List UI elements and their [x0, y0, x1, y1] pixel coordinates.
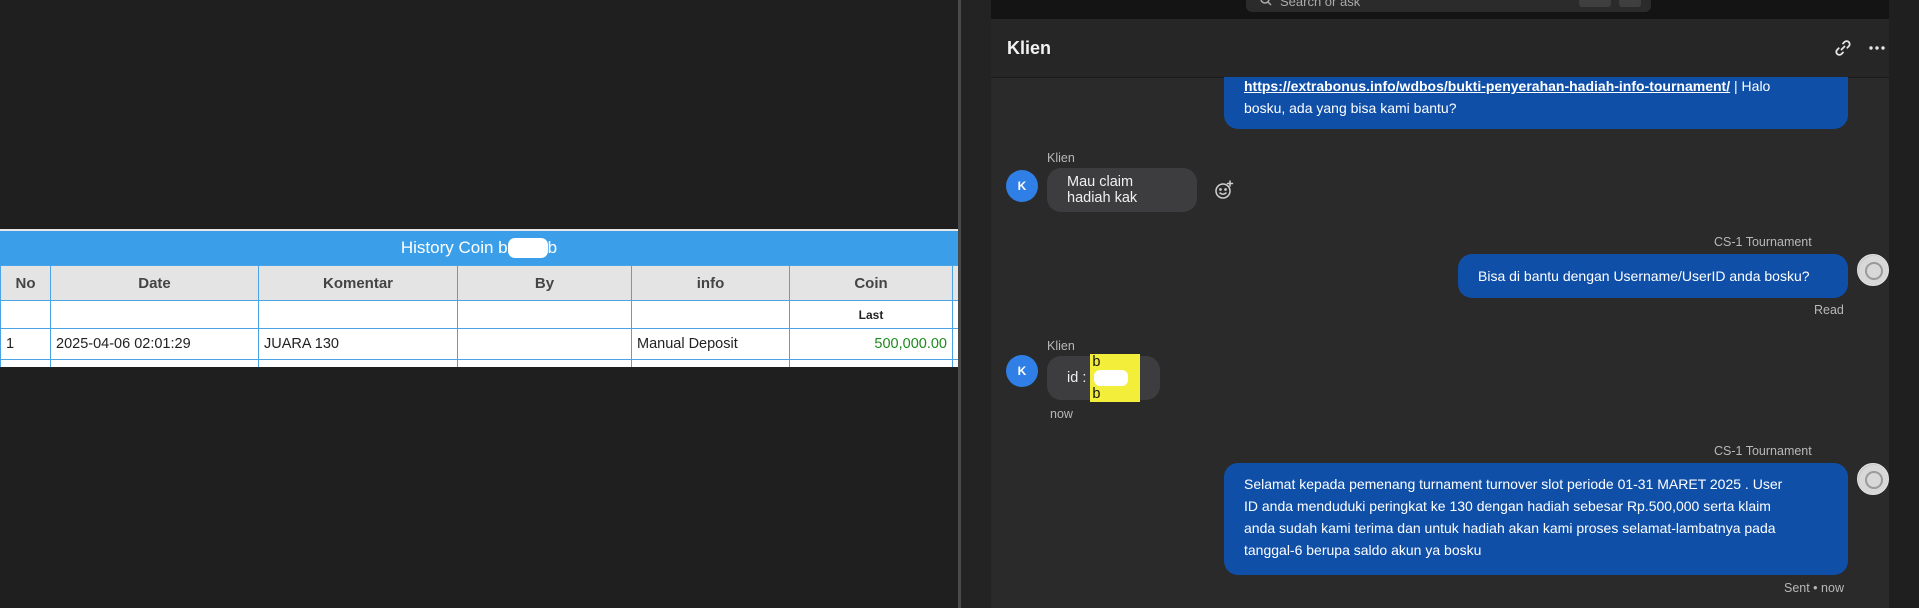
chat-messages[interactable]: https://extrabonus.info/wdbos/bukti-peny… — [991, 77, 1889, 608]
cell-komentar: JUARA 130 — [258, 328, 458, 360]
window-edge — [1889, 0, 1919, 608]
cell-coin: 500,000.00 — [789, 328, 953, 360]
history-table: No Date Komentar By info Coin Last 1 202… — [0, 265, 958, 367]
highlight-start: b — [1092, 353, 1101, 370]
history-title-bar: History Coin b b — [0, 231, 958, 265]
history-title-prefix: History Coin b — [400, 238, 508, 257]
cell-empty — [50, 359, 259, 367]
message-status: Read — [1814, 303, 1844, 317]
history-title: History Coin b b — [401, 238, 557, 258]
sub-cell — [50, 300, 259, 329]
history-title-suffix: b — [547, 238, 558, 257]
message-link[interactable]: https://extrabonus.info/wdbos/bukti-peny… — [1244, 78, 1730, 94]
column-header-coin[interactable]: Coin — [789, 265, 953, 301]
cell-by — [457, 328, 632, 360]
more-horizontal-icon[interactable] — [1867, 38, 1887, 58]
avatar — [1857, 463, 1889, 495]
message-text: id : — [1067, 370, 1091, 386]
sub-cell — [631, 300, 790, 329]
avatar: K — [1006, 355, 1038, 387]
add-reaction-icon[interactable] — [1213, 179, 1235, 201]
shortcut-key — [1579, 0, 1611, 7]
message-sender: Klien — [1047, 339, 1075, 353]
cell-empty — [631, 359, 790, 367]
message-text: Mau claim hadiah kak — [1067, 174, 1138, 206]
avatar: K — [1006, 170, 1038, 202]
redaction-mark — [507, 238, 548, 258]
message-text-line: tanggal-6 berupa saldo akun ya bosku — [1244, 542, 1482, 558]
column-header-no[interactable]: No — [0, 265, 51, 301]
column-header-date[interactable]: Date — [50, 265, 259, 301]
message-text: | Halo — [1730, 78, 1771, 94]
outgoing-message-bubble[interactable]: Bisa di bantu dengan Username/UserID and… — [1458, 254, 1848, 298]
message-text: Bisa di bantu dengan Username/UserID and… — [1478, 268, 1810, 284]
cell-empty — [457, 359, 632, 367]
sub-cell — [457, 300, 632, 329]
column-header-komentar[interactable]: Komentar — [258, 265, 458, 301]
message-status: Sent • now — [1784, 581, 1844, 595]
chat-title: Klien — [1007, 37, 1052, 58]
cell-empty — [0, 359, 51, 367]
message-sender: Klien — [1047, 151, 1075, 165]
message-time: now — [1050, 407, 1073, 421]
link-icon[interactable] — [1833, 38, 1853, 58]
incoming-message-bubble[interactable]: Mau claim hadiah kak — [1047, 168, 1197, 212]
cell-empty — [789, 359, 953, 367]
cell-date: 2025-04-06 02:01:29 — [50, 328, 259, 360]
highlighted-id: bb — [1090, 353, 1140, 403]
cell-info: Manual Deposit — [631, 328, 790, 360]
redaction-mark — [1094, 370, 1129, 387]
shortcut-key — [1619, 0, 1641, 7]
table-row[interactable]: 1 2025-04-06 02:01:29 JUARA 130 Manual D… — [0, 328, 958, 360]
cell-empty — [258, 359, 458, 367]
sub-cell — [0, 300, 51, 329]
message-text-line: Selamat kepada pemenang turnament turnov… — [1244, 476, 1783, 492]
search-input[interactable]: Search or ask — [1246, 0, 1651, 12]
search-icon — [1260, 0, 1272, 9]
message-text-line: anda sudah kami terima dan untuk hadiah … — [1244, 520, 1776, 536]
cell-no: 1 — [0, 328, 51, 360]
avatar-initial: K — [1017, 179, 1027, 193]
message-text: bosku, ada yang bisa kami bantu? — [1244, 100, 1457, 116]
column-header-info[interactable]: info — [631, 265, 790, 301]
avatar — [1857, 254, 1889, 286]
history-pane: History Coin b b No Date Komentar By inf… — [0, 0, 958, 608]
message-sender: CS-1 Tournament — [1714, 444, 1812, 458]
sub-cell — [258, 300, 458, 329]
history-coin-panel: History Coin b b No Date Komentar By inf… — [0, 229, 958, 367]
window-gap — [961, 0, 991, 608]
message-text-line: ID anda menduduki peringkat ke 130 denga… — [1244, 498, 1771, 514]
table-row-partial — [0, 359, 958, 367]
highlight-end: b — [1092, 386, 1101, 403]
outgoing-message-bubble[interactable]: Selamat kepada pemenang turnament turnov… — [1224, 463, 1848, 575]
top-search-bar: Search or ask — [991, 0, 1889, 19]
incoming-message-bubble[interactable]: id : bb — [1047, 353, 1160, 403]
message-sender: CS-1 Tournament — [1714, 235, 1812, 249]
chat-header: Klien — [991, 19, 1889, 78]
table-header-row: No Date Komentar By info Coin — [0, 265, 958, 301]
avatar-initial: K — [1017, 364, 1027, 378]
chat-window: Search or ask Klien https://extrabonus.i… — [991, 0, 1919, 608]
outgoing-message-bubble[interactable]: https://extrabonus.info/wdbos/bukti-peny… — [1224, 77, 1848, 129]
search-placeholder: Search or ask — [1280, 0, 1361, 9]
table-subheader-row: Last — [0, 300, 958, 329]
column-header-by[interactable]: By — [457, 265, 632, 301]
coin-subheader-last: Last — [789, 300, 953, 329]
